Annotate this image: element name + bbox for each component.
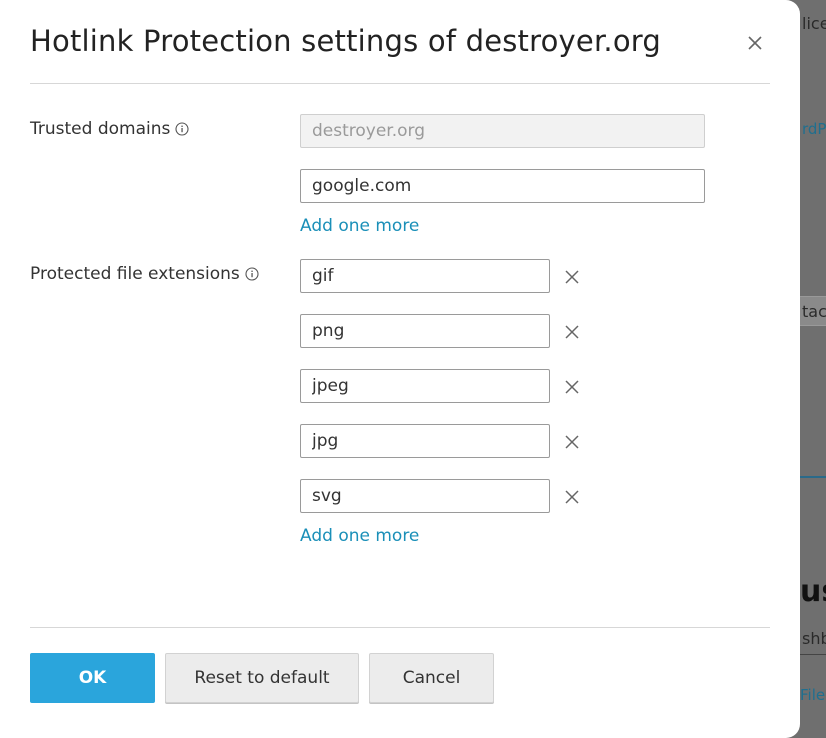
ok-button[interactable]: OK bbox=[30, 653, 155, 703]
add-trusted-domain-link[interactable]: Add one more bbox=[300, 216, 419, 236]
trusted-domains-label: Trusted domains bbox=[30, 119, 189, 139]
remove-extension-button[interactable] bbox=[562, 267, 582, 287]
background-divider bbox=[800, 654, 826, 655]
close-icon bbox=[565, 270, 579, 284]
close-icon bbox=[565, 380, 579, 394]
background-text-fragment: shb bbox=[802, 629, 826, 648]
background-link-fragment: File bbox=[800, 686, 826, 704]
info-icon[interactable] bbox=[245, 267, 259, 281]
extension-input-png[interactable] bbox=[300, 314, 550, 348]
background-accent-line bbox=[800, 476, 826, 478]
close-icon bbox=[565, 435, 579, 449]
protected-extensions-label-text: Protected file extensions bbox=[30, 264, 240, 284]
add-extension-link[interactable]: Add one more bbox=[300, 526, 419, 546]
background-text-fragment: lice bbox=[802, 14, 826, 33]
primary-domain-field bbox=[300, 114, 705, 148]
reset-to-default-button[interactable]: Reset to default bbox=[165, 653, 359, 703]
close-icon bbox=[565, 490, 579, 504]
extension-input-svg[interactable] bbox=[300, 479, 550, 513]
cancel-button[interactable]: Cancel bbox=[369, 653, 494, 703]
background-tab-fragment: tach bbox=[802, 302, 826, 321]
background-link-fragment: rdPr bbox=[802, 120, 826, 138]
background-heading-fragment: us bbox=[800, 574, 826, 609]
info-icon[interactable] bbox=[175, 122, 189, 136]
extension-input-jpeg[interactable] bbox=[300, 369, 550, 403]
close-icon bbox=[565, 325, 579, 339]
protected-extensions-label: Protected file extensions bbox=[30, 264, 259, 284]
remove-extension-button[interactable] bbox=[562, 432, 582, 452]
footer-divider bbox=[30, 627, 770, 628]
trusted-domain-input[interactable] bbox=[300, 169, 705, 203]
hotlink-protection-dialog: Hotlink Protection settings of destroyer… bbox=[0, 0, 800, 738]
dialog-title: Hotlink Protection settings of destroyer… bbox=[30, 24, 661, 58]
header-divider bbox=[30, 83, 770, 84]
trusted-domains-label-text: Trusted domains bbox=[30, 119, 171, 139]
extension-input-gif[interactable] bbox=[300, 259, 550, 293]
remove-extension-button[interactable] bbox=[562, 377, 582, 397]
close-button[interactable] bbox=[742, 30, 768, 56]
remove-extension-button[interactable] bbox=[562, 322, 582, 342]
extension-input-jpg[interactable] bbox=[300, 424, 550, 458]
remove-extension-button[interactable] bbox=[562, 487, 582, 507]
close-icon bbox=[748, 36, 762, 50]
